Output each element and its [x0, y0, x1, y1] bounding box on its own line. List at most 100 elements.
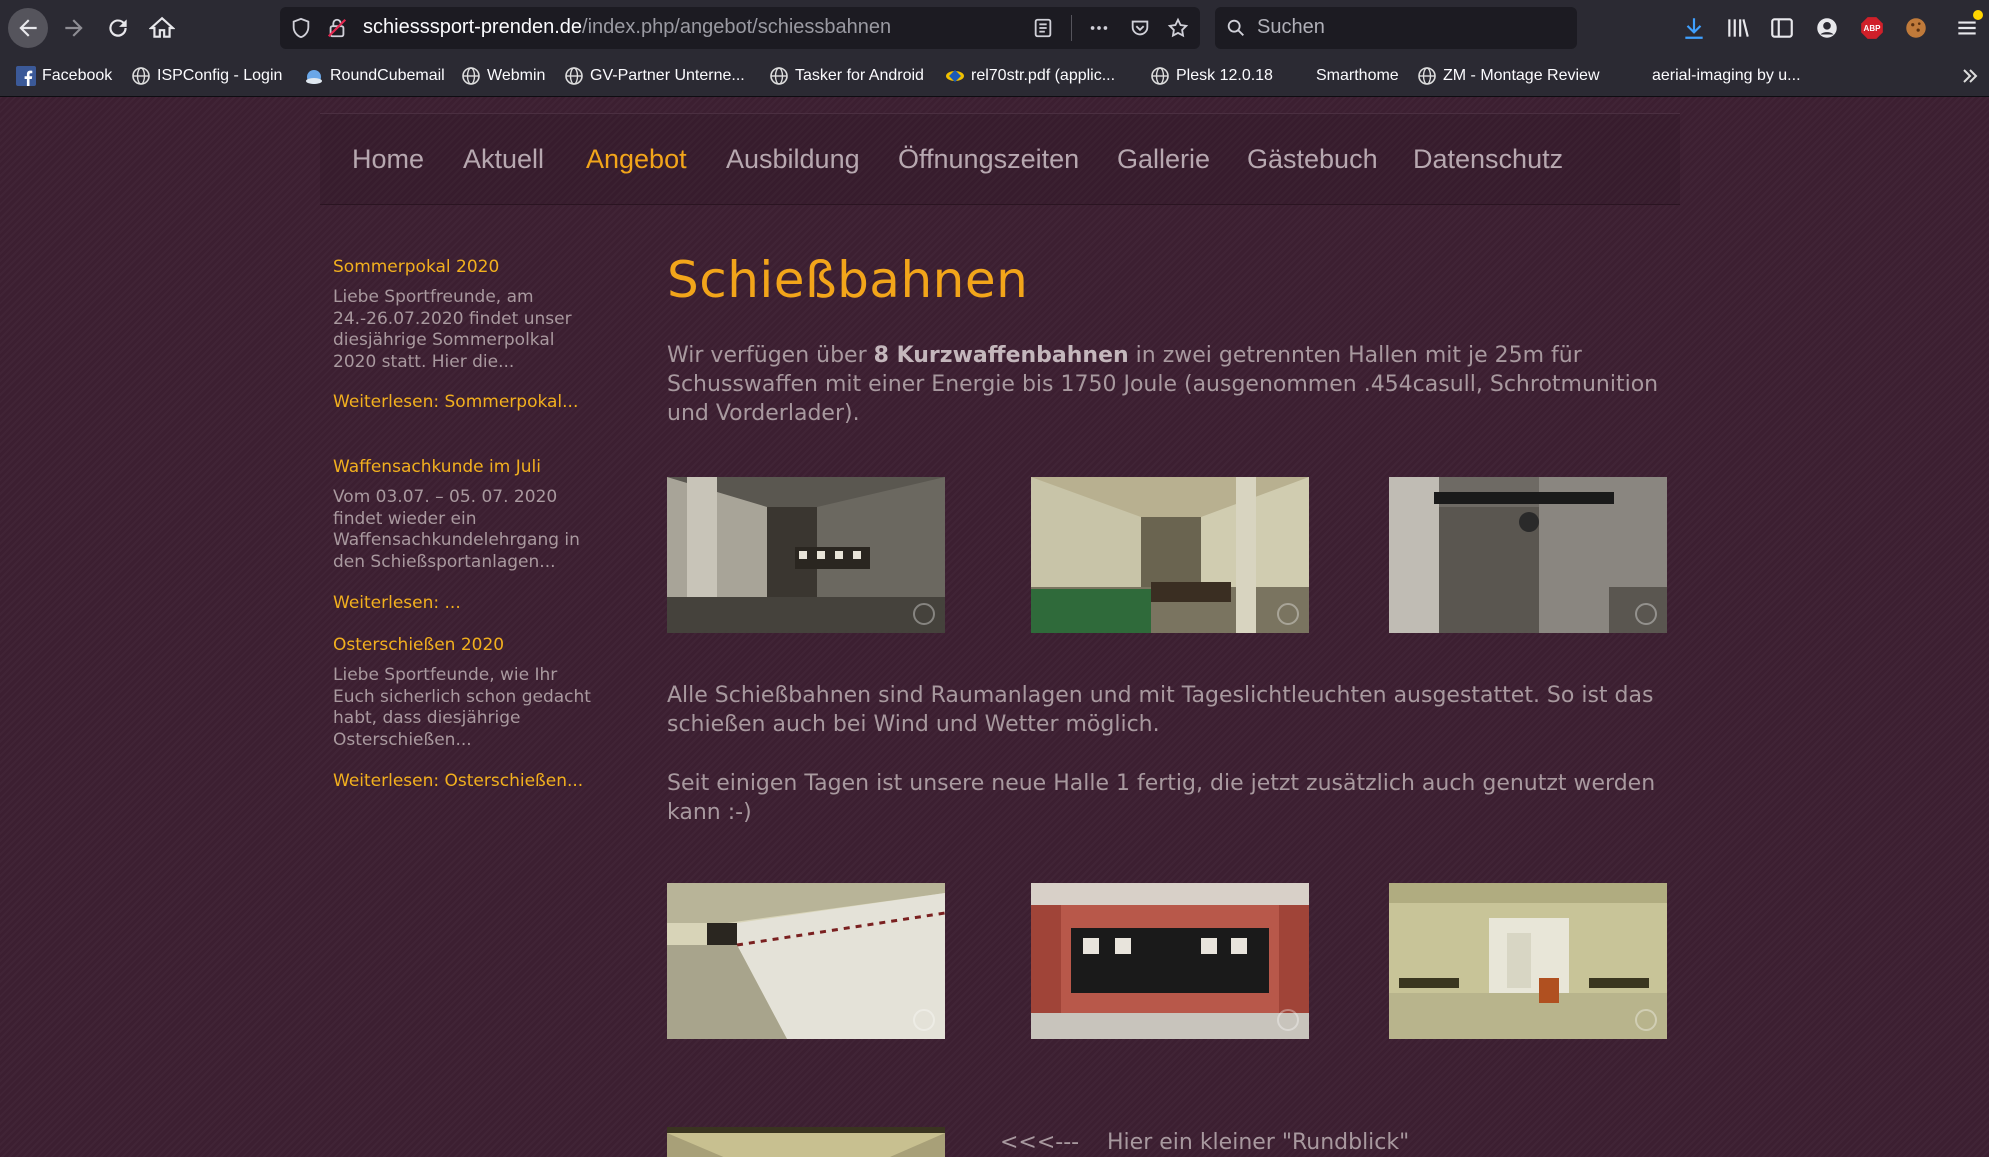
- bookmark-smarthome[interactable]: Smarthome: [1316, 64, 1399, 88]
- reload-button[interactable]: [98, 8, 138, 48]
- nav-item-datenschutz[interactable]: Datenschutz: [1413, 144, 1563, 175]
- menu-icon[interactable]: [1953, 10, 1983, 42]
- more-actions-icon[interactable]: [1088, 17, 1110, 39]
- bookmark-label: Webmin: [487, 67, 546, 84]
- gallery-thumbnail[interactable]: [1031, 477, 1309, 633]
- sidebar-toggle-icon[interactable]: [1768, 14, 1796, 42]
- range-photo-image: [1389, 883, 1667, 1039]
- account-icon[interactable]: [1813, 14, 1841, 42]
- library-icon[interactable]: [1724, 14, 1752, 42]
- nav-item-gallerie[interactable]: Gallerie: [1117, 144, 1210, 175]
- bookmark-label: Tasker for Android: [795, 67, 924, 84]
- insecure-lock-icon[interactable]: [326, 17, 348, 39]
- url-path: /index.php/angebot/schiessbahnen: [582, 16, 892, 38]
- range-photo-image: [1389, 477, 1667, 633]
- read-more-link[interactable]: Weiterlesen: ...: [333, 593, 593, 615]
- main-navigation: Home Aktuell Angebot Ausbildung Öffnungs…: [320, 113, 1680, 205]
- reader-view-icon[interactable]: [1032, 17, 1054, 39]
- bookmark-gv-partner[interactable]: GV-Partner Unterne...: [564, 64, 745, 88]
- globe-icon: [1150, 66, 1170, 86]
- bookmark-label: ISPConfig - Login: [157, 67, 283, 84]
- bookmark-label: aerial-imaging by u...: [1652, 67, 1801, 84]
- news-excerpt: Vom 03.07. – 05. 07. 2020 findet wieder …: [333, 487, 580, 572]
- bookmark-label: GV-Partner Unterne...: [590, 67, 745, 84]
- gallery-thumbnail[interactable]: [667, 1127, 945, 1157]
- home-icon: [149, 16, 175, 38]
- urlbar-divider: [1071, 15, 1072, 41]
- download-icon[interactable]: [1680, 14, 1708, 42]
- cookie-icon[interactable]: [1902, 14, 1930, 42]
- bookmark-plesk[interactable]: Plesk 12.0.18: [1150, 64, 1273, 88]
- gallery-thumbnail[interactable]: [667, 883, 945, 1039]
- facebook-icon: [16, 66, 36, 86]
- globe-icon: [461, 66, 481, 86]
- bookmark-label: Plesk 12.0.18: [1176, 67, 1273, 84]
- range-photo-image: [1031, 477, 1309, 633]
- gallery-thumbnail[interactable]: [667, 477, 945, 633]
- bookmarks-overflow-button[interactable]: [1960, 64, 1980, 88]
- read-more-link[interactable]: Weiterlesen: Sommerpokal...: [333, 392, 593, 414]
- nav-item-home[interactable]: Home: [352, 144, 424, 175]
- gallery-thumbnail[interactable]: [1389, 477, 1667, 633]
- globe-icon: [769, 66, 789, 86]
- news-title[interactable]: Sommerpokal 2020: [333, 257, 499, 277]
- intro-highlight: 8 Kurzwaffenbahnen: [873, 343, 1129, 368]
- roundcube-icon: [304, 66, 324, 86]
- url-host: schiesssport-prenden.de: [363, 16, 583, 38]
- zoom-icon: [1277, 603, 1299, 625]
- news-excerpt: Liebe Sportfreunde, am 24.-26.07.2020 fi…: [333, 287, 572, 372]
- bookmark-ispconfig[interactable]: ISPConfig - Login: [131, 64, 282, 88]
- bookmark-label: Smarthome: [1316, 67, 1399, 84]
- news-title[interactable]: Waffensachkunde im Juli: [333, 457, 541, 477]
- bookmark-webmin[interactable]: Webmin: [461, 64, 545, 88]
- intro-text: Wir verfügen über: [667, 343, 874, 368]
- bookmark-label: ZM - Montage Review: [1443, 67, 1600, 84]
- zoom-icon: [1635, 1009, 1657, 1031]
- rundblick-caption: Hier ein kleiner "Rundblick": [1107, 1130, 1410, 1155]
- bookmark-label: Facebook: [42, 67, 113, 84]
- bookmark-aerial-imaging[interactable]: aerial-imaging by u...: [1652, 64, 1801, 88]
- url-bar[interactable]: schiesssport-prenden.de/index.php/angebo…: [280, 7, 1200, 49]
- news-title[interactable]: Osterschießen 2020: [333, 635, 504, 655]
- bookmark-tasker[interactable]: Tasker for Android: [769, 64, 924, 88]
- adblock-icon[interactable]: ABP: [1858, 14, 1886, 42]
- page-title: Schießbahnen: [667, 251, 1029, 309]
- back-button[interactable]: [8, 8, 48, 48]
- globe-icon: [131, 66, 151, 86]
- forward-button[interactable]: [54, 8, 94, 48]
- nav-item-oeffnungszeiten[interactable]: Öffnungszeiten: [898, 144, 1079, 175]
- range-photo-image: [667, 477, 945, 633]
- bookmark-label: rel70str.pdf (applic...: [971, 67, 1116, 84]
- news-paragraph: Seit einigen Tagen ist unsere neue Halle…: [667, 771, 1656, 825]
- globe-icon: [1417, 66, 1437, 86]
- gallery-thumbnail[interactable]: [1031, 883, 1309, 1039]
- zoom-icon: [1635, 603, 1657, 625]
- news-excerpt: Liebe Sportfeunde, wie Ihr Euch sicherli…: [333, 665, 591, 750]
- nav-item-ausbildung[interactable]: Ausbildung: [726, 144, 860, 175]
- gallery-thumbnail[interactable]: [1389, 883, 1667, 1039]
- adblock-label: ABP: [1863, 23, 1881, 33]
- reload-icon: [109, 19, 127, 37]
- bookmark-zm-montage[interactable]: ZM - Montage Review: [1417, 64, 1600, 88]
- url-text[interactable]: schiesssport-prenden.de/index.php/angebo…: [363, 16, 891, 39]
- pocket-icon[interactable]: [1129, 17, 1151, 39]
- bookmark-facebook[interactable]: Facebook: [16, 64, 112, 88]
- bookmarks-bar: Facebook ISPConfig - Login RoundCubemail…: [0, 56, 1989, 97]
- info-paragraph: Alle Schießbahnen sind Raumanlagen und m…: [667, 683, 1654, 737]
- rundblick-arrow: <<<---: [1000, 1130, 1080, 1155]
- globe-icon: [564, 66, 584, 86]
- shield-icon[interactable]: [290, 17, 312, 39]
- bookmark-rel70str[interactable]: rel70str.pdf (applic...: [945, 64, 1115, 88]
- nav-item-aktuell[interactable]: Aktuell: [463, 144, 544, 175]
- search-bar[interactable]: Suchen: [1215, 7, 1577, 49]
- read-more-link[interactable]: Weiterlesen: Osterschießen...: [333, 771, 593, 793]
- zoom-icon: [913, 1009, 935, 1031]
- nav-item-gaestebuch[interactable]: Gästebuch: [1247, 144, 1378, 175]
- home-button[interactable]: [142, 8, 182, 48]
- nav-item-angebot[interactable]: Angebot: [586, 144, 687, 175]
- star-icon[interactable]: [1167, 17, 1189, 39]
- bookmark-roundcube[interactable]: RoundCubemail: [304, 64, 445, 88]
- range-photo-image: [667, 883, 945, 1039]
- range-photo-image: [1031, 883, 1309, 1039]
- search-placeholder: Suchen: [1257, 16, 1325, 38]
